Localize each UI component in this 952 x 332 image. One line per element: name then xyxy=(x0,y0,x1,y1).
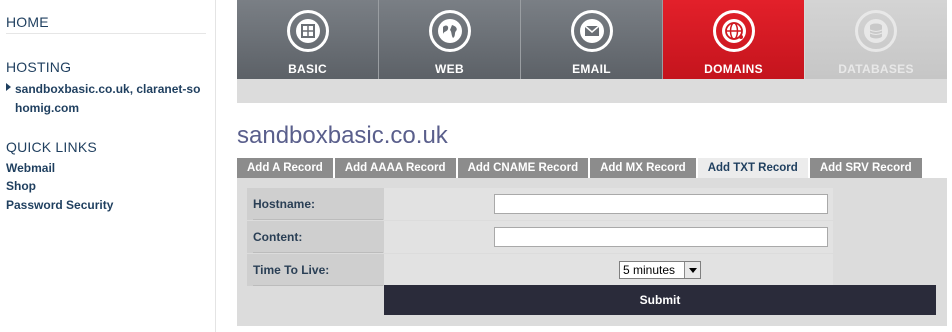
database-icon xyxy=(855,10,897,52)
nav-tab-label: DATABASES xyxy=(838,62,914,76)
field-cell: 5 minutes xyxy=(384,254,833,286)
sidebar-quick-links-heading: QUICK LINKS xyxy=(6,139,97,155)
nav-tab-domains[interactable]: DOMAINS xyxy=(663,0,805,79)
form-row-ttl: Time To Live: 5 minutes xyxy=(247,254,833,286)
tab-add-cname-record[interactable]: Add CNAME Record xyxy=(457,158,589,178)
tab-add-a-record[interactable]: Add A Record xyxy=(237,158,333,178)
nav-tab-basic[interactable]: BASIC xyxy=(237,0,379,79)
tab-add-srv-record[interactable]: Add SRV Record xyxy=(809,158,922,178)
form-row-content: Content: xyxy=(247,221,833,253)
page-title: sandboxbasic.co.uk xyxy=(237,122,448,149)
record-type-tabs: Add A Record Add AAAA Record Add CNAME R… xyxy=(237,158,924,178)
tab-add-mx-record[interactable]: Add MX Record xyxy=(590,158,696,178)
nav-tab-email[interactable]: EMAIL xyxy=(521,0,663,79)
nav-tab-label: WEB xyxy=(435,62,464,76)
sidebar: HOME HOSTING sandboxbasic.co.uk, clarane… xyxy=(0,0,216,332)
sidebar-item-hosting-site[interactable]: sandboxbasic.co.uk, claranet-sohomig.com xyxy=(6,80,206,118)
nav-tab-label: DOMAINS xyxy=(704,62,763,76)
sidebar-link-password-security[interactable]: Password Security xyxy=(6,198,113,212)
sidebar-divider xyxy=(6,33,206,34)
network-globe-icon xyxy=(712,10,755,52)
sidebar-link-webmail[interactable]: Webmail xyxy=(6,161,55,175)
caret-right-icon xyxy=(6,83,11,91)
hostname-label: Hostname: xyxy=(253,188,383,220)
field-cell xyxy=(384,188,833,220)
content-input[interactable] xyxy=(494,227,828,247)
sidebar-link-shop[interactable]: Shop xyxy=(6,179,36,193)
nav-tab-label: EMAIL xyxy=(572,62,611,76)
ttl-label: Time To Live: xyxy=(253,254,383,286)
top-nav: BASIC WEB EMAIL DOMAINS DATABASES xyxy=(237,0,947,79)
hostname-input[interactable] xyxy=(494,194,828,214)
submit-button[interactable]: Submit xyxy=(384,285,936,315)
subnav-bar xyxy=(237,79,947,103)
chevron-down-icon xyxy=(684,262,700,278)
box-icon xyxy=(286,10,329,52)
txt-record-form: Hostname: Content: Time To Live: 5 minut… xyxy=(237,178,947,326)
ttl-select[interactable]: 5 minutes xyxy=(619,261,701,279)
sidebar-item-label: sandboxbasic.co.uk, claranet-sohomig.com xyxy=(15,82,201,115)
ttl-selected-value: 5 minutes xyxy=(623,263,676,277)
field-cell xyxy=(384,221,833,253)
nav-tab-label: BASIC xyxy=(288,62,327,76)
nav-tab-web[interactable]: WEB xyxy=(379,0,521,79)
sidebar-home-link[interactable]: HOME xyxy=(6,14,49,30)
sidebar-hosting-heading[interactable]: HOSTING xyxy=(6,59,71,75)
tab-add-aaaa-record[interactable]: Add AAAA Record xyxy=(334,158,456,178)
envelope-icon xyxy=(570,10,613,52)
nav-tab-databases[interactable]: DATABASES xyxy=(805,0,947,79)
content-label: Content: xyxy=(253,221,383,253)
globe-icon xyxy=(428,10,471,52)
form-row-hostname: Hostname: xyxy=(247,188,833,220)
tab-add-txt-record[interactable]: Add TXT Record xyxy=(697,158,808,178)
